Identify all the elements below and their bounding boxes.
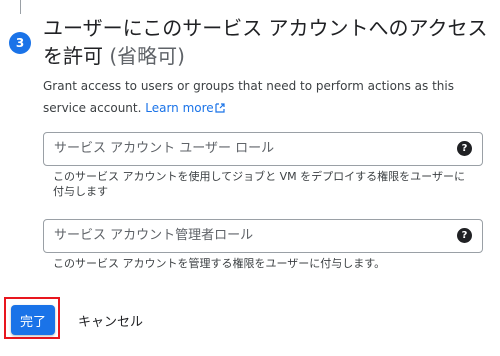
- description-text: Grant access to users or groups that nee…: [43, 79, 454, 115]
- step-title: ユーザーにこのサービス アカウントへのアクセスを許可 (省略可): [43, 14, 493, 70]
- stepper-rail: [20, 0, 21, 14]
- step-number-badge: 3: [9, 32, 31, 54]
- service-account-user-role-field[interactable]: ?: [43, 132, 483, 166]
- help-icon[interactable]: ?: [457, 141, 472, 156]
- service-account-admin-role-input[interactable]: [44, 220, 444, 250]
- learn-more-link[interactable]: Learn more: [145, 101, 225, 115]
- external-link-icon: [215, 103, 225, 113]
- service-account-user-role-input[interactable]: [44, 133, 444, 163]
- step-optional-label: (省略可): [109, 44, 185, 68]
- learn-more-label: Learn more: [145, 101, 214, 115]
- service-account-admin-role-field[interactable]: ?: [43, 219, 483, 253]
- help-icon[interactable]: ?: [457, 228, 472, 243]
- service-account-user-role-hint: このサービス アカウントを使用してジョブと VM をデプロイする権限をユーザーに…: [53, 170, 465, 198]
- service-account-admin-role-hint: このサービス アカウントを管理する権限をユーザーに付与します。: [53, 257, 386, 270]
- step-description: Grant access to users or groups that nee…: [43, 75, 483, 119]
- cancel-button[interactable]: キャンセル: [74, 307, 147, 333]
- done-button[interactable]: 完了: [11, 305, 55, 335]
